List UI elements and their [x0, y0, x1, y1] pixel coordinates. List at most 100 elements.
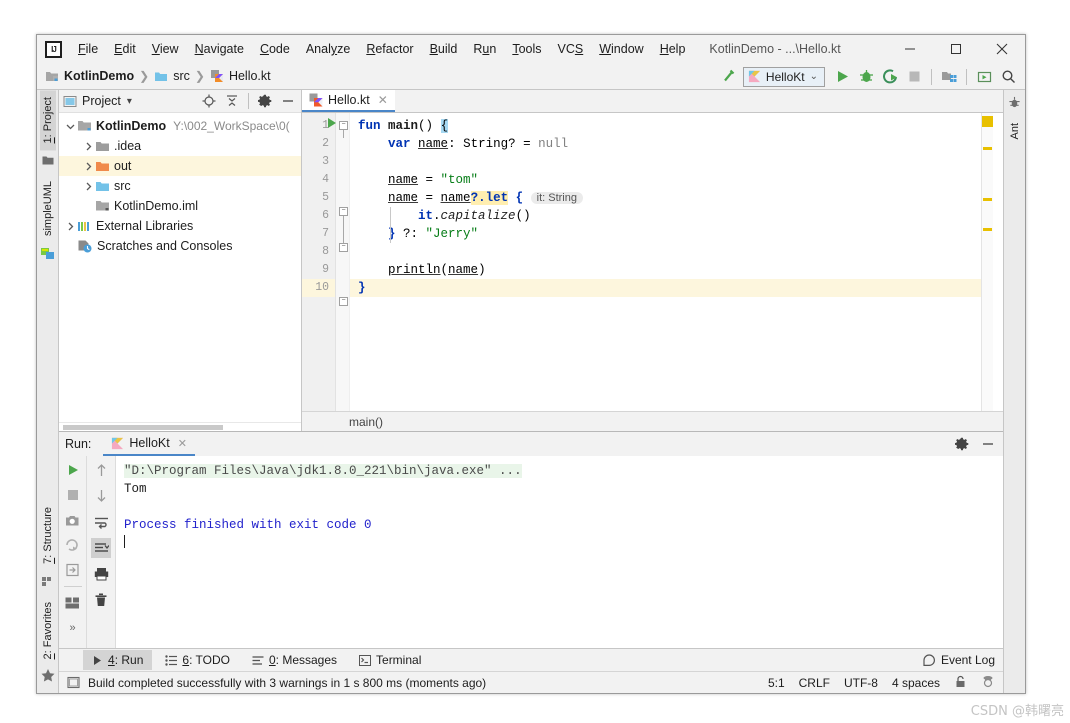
- search-icon[interactable]: [997, 66, 1019, 88]
- menu-code[interactable]: Code: [252, 39, 298, 59]
- hide-panel-icon[interactable]: [277, 90, 299, 112]
- fold-marker-4[interactable]: [339, 297, 348, 306]
- fold-marker-3[interactable]: [339, 243, 348, 252]
- code-line-9: println(name): [388, 263, 486, 277]
- bottom-tab-messages[interactable]: 0: Messages: [243, 650, 346, 670]
- minimize-button[interactable]: [887, 35, 933, 63]
- sidebar-item-ant[interactable]: Ant: [1007, 116, 1023, 147]
- tree-row-external-libraries[interactable]: External Libraries: [59, 216, 301, 236]
- project-panel-actions: [198, 90, 299, 112]
- chevron-down-icon[interactable]: [63, 122, 77, 131]
- run-with-coverage-button[interactable]: [879, 66, 901, 88]
- status-encoding[interactable]: UTF-8: [844, 676, 878, 690]
- scroll-to-end-icon[interactable]: [91, 538, 111, 558]
- menu-view[interactable]: View: [144, 39, 187, 59]
- project-horizontal-scrollbar[interactable]: [59, 422, 301, 431]
- sidebar-item-favorites[interactable]: 2: Favorites: [40, 595, 56, 666]
- menu-navigate[interactable]: Navigate: [187, 39, 252, 59]
- run-console-output[interactable]: "D:\Program Files\Java\jdk1.8.0_221\bin\…: [115, 456, 993, 648]
- print-icon[interactable]: [91, 564, 111, 584]
- breadcrumb-main[interactable]: main(): [349, 415, 383, 429]
- run-configuration-selector[interactable]: HelloKt ⌄: [742, 66, 825, 87]
- login-arrow-icon[interactable]: [63, 560, 83, 580]
- gear-icon[interactable]: [254, 90, 276, 112]
- menu-tools[interactable]: Tools: [504, 39, 549, 59]
- project-view-dropdown-icon[interactable]: ▾: [127, 96, 132, 107]
- hide-panel-icon[interactable]: [977, 433, 999, 455]
- ant-bug-icon: [1008, 90, 1021, 116]
- menu-file[interactable]: File: [70, 39, 106, 59]
- breadcrumb-project[interactable]: KotlinDemo: [45, 69, 134, 83]
- scroll-down-icon[interactable]: [91, 486, 111, 506]
- run-button[interactable]: [831, 66, 853, 88]
- warning-marker[interactable]: [983, 228, 992, 231]
- console-scrollbar[interactable]: [993, 456, 1003, 648]
- build-hammer-icon[interactable]: [719, 66, 741, 88]
- menu-edit[interactable]: Edit: [106, 39, 144, 59]
- editor-vertical-scrollbar[interactable]: [993, 113, 1003, 411]
- close-icon[interactable]: ✕: [378, 93, 388, 107]
- soft-wrap-icon[interactable]: [91, 512, 111, 532]
- tree-row-idea[interactable]: .idea: [59, 136, 301, 156]
- bottom-tab-run[interactable]: 4: Run: [83, 650, 153, 670]
- run-tab-hellokt[interactable]: HelloKt ✕: [103, 432, 195, 456]
- status-line-separator[interactable]: CRLF: [799, 676, 830, 690]
- warning-marker[interactable]: [983, 147, 992, 150]
- fold-marker-1[interactable]: [339, 121, 348, 130]
- sidebar-item-project[interactable]: 1: Project: [39, 90, 56, 151]
- layout-icon[interactable]: [63, 593, 83, 613]
- menu-refactor[interactable]: Refactor: [358, 39, 421, 59]
- close-icon[interactable]: ✕: [178, 437, 187, 450]
- chevron-right-icon[interactable]: [81, 182, 95, 191]
- scroll-up-icon[interactable]: [91, 460, 111, 480]
- menu-vcs[interactable]: VCS: [550, 39, 592, 59]
- menu-build[interactable]: Build: [422, 39, 466, 59]
- chevron-right-icon[interactable]: [81, 142, 95, 151]
- status-caret-position[interactable]: 5:1: [768, 676, 785, 690]
- select-in-button[interactable]: [973, 66, 995, 88]
- messages-icon: [252, 655, 264, 665]
- menu-help[interactable]: Help: [652, 39, 694, 59]
- breadcrumb-src[interactable]: src: [154, 69, 190, 83]
- bottom-tab-terminal[interactable]: Terminal: [350, 650, 430, 670]
- screenshot-camera-icon[interactable]: [63, 510, 83, 530]
- debug-button[interactable]: [855, 66, 877, 88]
- status-indent[interactable]: 4 spaces: [892, 676, 940, 690]
- iml-icon: [96, 201, 109, 211]
- editor-marker-bar[interactable]: [981, 113, 993, 411]
- rerun-icon[interactable]: [63, 460, 83, 480]
- tree-row-kotlindemo[interactable]: KotlinDemo Y:\002_WorkSpace\0(: [59, 116, 301, 136]
- tab-hello-kt[interactable]: Hello.kt ✕: [302, 89, 395, 112]
- bottom-tab-todo[interactable]: 6: TODO: [156, 650, 239, 670]
- tree-row-iml[interactable]: KotlinDemo.iml: [59, 196, 301, 216]
- chevron-right-icon[interactable]: [63, 222, 77, 231]
- gear-icon[interactable]: [951, 433, 973, 455]
- warning-marker[interactable]: [983, 198, 992, 201]
- menu-run[interactable]: Run: [465, 39, 504, 59]
- maximize-button[interactable]: [933, 35, 979, 63]
- collapse-all-icon[interactable]: [221, 90, 243, 112]
- trash-icon[interactable]: [91, 590, 111, 610]
- tree-row-src[interactable]: src: [59, 176, 301, 196]
- menu-analyze[interactable]: Analyze: [298, 39, 358, 59]
- tree-row-scratches[interactable]: Scratches and Consoles: [59, 236, 301, 256]
- sidebar-item-simpleuml[interactable]: simpleUML: [40, 174, 56, 243]
- more-options-icon[interactable]: »: [63, 618, 83, 638]
- warning-marker-top[interactable]: [982, 116, 993, 127]
- code-content[interactable]: fun main() { var name: String? = null na…: [350, 113, 981, 411]
- status-build-icon[interactable]: [67, 676, 80, 689]
- menu-window[interactable]: Window: [591, 39, 651, 59]
- project-structure-button[interactable]: [938, 66, 960, 88]
- sidebar-item-structure[interactable]: 7: Structure: [40, 500, 56, 571]
- event-log-button[interactable]: Event Log: [923, 653, 995, 667]
- event-log-icon: [923, 653, 935, 666]
- chevron-right-icon[interactable]: [81, 162, 95, 171]
- breadcrumb-file[interactable]: Hello.kt: [210, 69, 271, 83]
- tree-row-out[interactable]: out: [59, 156, 301, 176]
- close-button[interactable]: [979, 35, 1025, 63]
- locate-icon[interactable]: [198, 90, 220, 112]
- hector-inspection-icon[interactable]: [981, 674, 995, 691]
- lock-icon[interactable]: [954, 675, 967, 691]
- fold-marker-2[interactable]: [339, 207, 348, 216]
- run-gutter-icon[interactable]: [328, 118, 336, 128]
